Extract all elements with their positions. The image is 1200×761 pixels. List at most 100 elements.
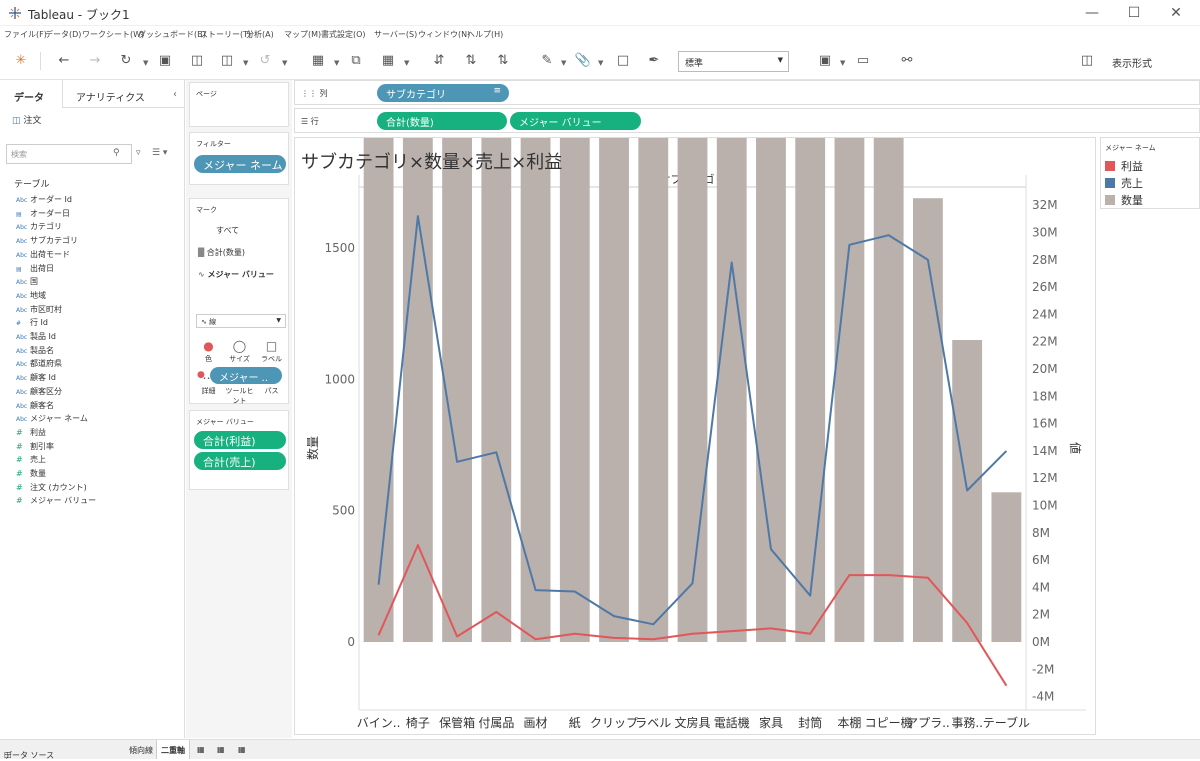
menu-map[interactable]: マップ(M) (284, 29, 321, 40)
pause-updates-icon[interactable]: ◫ (218, 52, 236, 70)
chevron-down-icon[interactable]: ▼ (143, 59, 148, 67)
rows-pill-measure-values[interactable]: メジャー バリュー (510, 112, 641, 130)
refresh-icon[interactable]: ↺ (256, 52, 274, 70)
legend-item-profit[interactable]: 利益 (1105, 158, 1143, 174)
field-item[interactable]: Abc 顧客 Id (16, 372, 56, 385)
field-item[interactable]: Abc 地域 (16, 290, 46, 303)
menu-file[interactable]: ファイル(F) (4, 29, 47, 40)
swap-axes-icon[interactable]: ⇵ (430, 52, 448, 70)
maximize-icon[interactable]: ☐ (1124, 3, 1144, 23)
chevron-down-icon[interactable]: ▼ (840, 59, 845, 67)
show-me-button[interactable]: 表示形式 (1112, 55, 1152, 70)
new-datasource-icon[interactable]: ◫ (188, 52, 206, 70)
show-mark-labels-icon[interactable]: □ (614, 52, 632, 70)
fix-axes-icon[interactable]: ✒ (645, 52, 663, 70)
presentation-mode-icon[interactable]: ▭ (854, 52, 872, 70)
field-item[interactable]: ▤ 出荷日 (16, 263, 54, 276)
columns-shelf[interactable]: ⋮⋮ 列 サブカテゴリ ≡ (294, 80, 1200, 105)
menu-data[interactable]: データ(D) (45, 29, 81, 40)
field-item[interactable]: ▤ オーダー日 (16, 208, 70, 221)
field-item[interactable]: # 行 Id (16, 317, 48, 330)
tab-analytics[interactable]: アナリティクス (76, 89, 145, 104)
filter-pill-measure-names[interactable]: メジャー ネーム (194, 155, 286, 173)
duplicate-sheet-icon[interactable]: ⧉ (347, 52, 365, 70)
measure-value-pill-sales[interactable]: 合計(売上) (194, 452, 286, 470)
columns-pill-subcategory[interactable]: サブカテゴリ ≡ (377, 84, 509, 102)
field-item[interactable]: # 利益 (16, 427, 46, 440)
menu-analysis[interactable]: 分析(A) (246, 29, 274, 40)
mark-type-dropdown[interactable]: ∿ 線 ▼ (196, 314, 286, 328)
marks-all-tab[interactable]: すべて (216, 225, 239, 236)
fit-select[interactable]: 標準 ▼ (678, 51, 789, 72)
new-worksheet-icon[interactable]: ▦ (309, 52, 327, 70)
new-dashboard-icon[interactable]: ▦ (217, 745, 225, 754)
menu-format[interactable]: 書式設定(O) (321, 29, 366, 40)
clear-sheet-icon[interactable]: ▦ (379, 52, 397, 70)
collapse-pane-icon[interactable]: ‹ (173, 89, 177, 100)
chevron-down-icon[interactable]: ▼ (404, 59, 409, 67)
show-me-icon[interactable]: ◫ (1078, 52, 1096, 70)
pages-card[interactable]: ページ (189, 82, 289, 127)
chevron-down-icon[interactable]: ▼ (598, 59, 603, 67)
mark-size-button[interactable]: ◯ サイズ (224, 338, 255, 366)
save-icon[interactable]: ▣ (156, 52, 174, 70)
marks-measure-values-tab[interactable]: ∿ メジャー バリュー (198, 269, 274, 280)
new-story-icon[interactable]: ▦ (238, 745, 246, 754)
field-item[interactable]: Abc 製品名 (16, 345, 54, 358)
field-item[interactable]: Abc サブカテゴリ (16, 235, 78, 248)
field-item[interactable]: # 注文 (カウント) (16, 482, 87, 495)
legend-item-quantity[interactable]: 数量 (1105, 192, 1143, 208)
chart[interactable]: サブカテゴリ-500050010001500200025003000-4M-2M… (295, 138, 1097, 736)
menu-help[interactable]: ヘルプ(H) (467, 29, 503, 40)
menu-window[interactable]: ウィンドウ(N) (418, 29, 470, 40)
datasource-item[interactable]: ◫ 注文 (12, 113, 41, 126)
field-item[interactable]: Abc 製品 Id (16, 331, 56, 344)
chevron-down-icon[interactable]: ▼ (334, 59, 339, 67)
field-item[interactable]: # 割引率 (16, 441, 54, 454)
filters-card[interactable]: フィルター メジャー ネーム (189, 132, 289, 185)
group-members-icon[interactable]: 📎 (574, 52, 592, 70)
rows-pill-sum-qty[interactable]: 合計(数量) (377, 112, 507, 130)
field-item[interactable]: Abc 市区町村 (16, 304, 62, 317)
sheet-tab-trendline[interactable]: 傾向線 (129, 745, 153, 756)
redo-icon[interactable]: → (86, 52, 104, 70)
share-icon[interactable]: ⚯ (898, 52, 916, 70)
sort-ascending-icon[interactable]: ⇅ (462, 52, 480, 70)
field-item[interactable]: # 売上 (16, 454, 46, 467)
mark-color-button[interactable]: ● 色 (193, 338, 224, 366)
highlight-icon[interactable]: ✎ (538, 52, 556, 70)
rows-shelf[interactable]: ☰ 行 合計(数量) メジャー バリュー (294, 108, 1200, 133)
chevron-down-icon[interactable]: ▼ (282, 59, 287, 67)
tableau-home-icon[interactable]: ✳ (12, 52, 30, 70)
mark-label-button[interactable]: □ ラベル (256, 338, 287, 366)
field-item[interactable]: Abc メジャー ネーム (16, 413, 88, 426)
sheet-tab-dual-axis[interactable]: 二重軸 (156, 740, 190, 759)
field-item[interactable]: Abc 出荷モード (16, 249, 70, 262)
new-worksheet-icon[interactable]: ▦ (197, 745, 205, 754)
show-cards-icon[interactable]: ▣ (816, 52, 834, 70)
minimize-icon[interactable]: — (1082, 3, 1102, 23)
field-item[interactable]: Abc 顧客区分 (16, 386, 62, 399)
menu-server[interactable]: サーバー(S) (374, 29, 417, 40)
tab-data[interactable]: データ (14, 89, 44, 104)
close-icon[interactable]: ✕ (1166, 3, 1186, 23)
field-item[interactable]: Abc 都道府県 (16, 358, 62, 371)
undo-icon[interactable]: ← (55, 52, 73, 70)
field-item[interactable]: # メジャー バリュー (16, 495, 96, 508)
chevron-down-icon[interactable]: ▼ (561, 59, 566, 67)
sort-descending-icon[interactable]: ⇅ (494, 52, 512, 70)
replay-icon[interactable]: ↻ (117, 52, 135, 70)
view-options-icon[interactable]: ☰ ▾ (152, 148, 167, 158)
field-item[interactable]: Abc オーダー Id (16, 194, 72, 207)
marks-sum-qty-tab[interactable]: █ 合計(数量) (198, 247, 245, 258)
field-item[interactable]: Abc カテゴリ (16, 221, 62, 234)
menu-worksheet[interactable]: ワークシート(W) (82, 29, 144, 40)
field-item[interactable]: # 数量 (16, 468, 46, 481)
legend-item-sales[interactable]: 売上 (1105, 175, 1143, 191)
chevron-down-icon[interactable]: ▼ (243, 59, 248, 67)
measure-value-pill-profit[interactable]: 合計(利益) (194, 431, 286, 449)
menu-dashboard[interactable]: ダッシュボード(B) (138, 29, 206, 40)
color-pill-measure-names[interactable]: メジャー .. (210, 367, 282, 384)
field-item[interactable]: Abc 顧客名 (16, 400, 54, 413)
menu-story[interactable]: ストーリー(T) (200, 29, 251, 40)
